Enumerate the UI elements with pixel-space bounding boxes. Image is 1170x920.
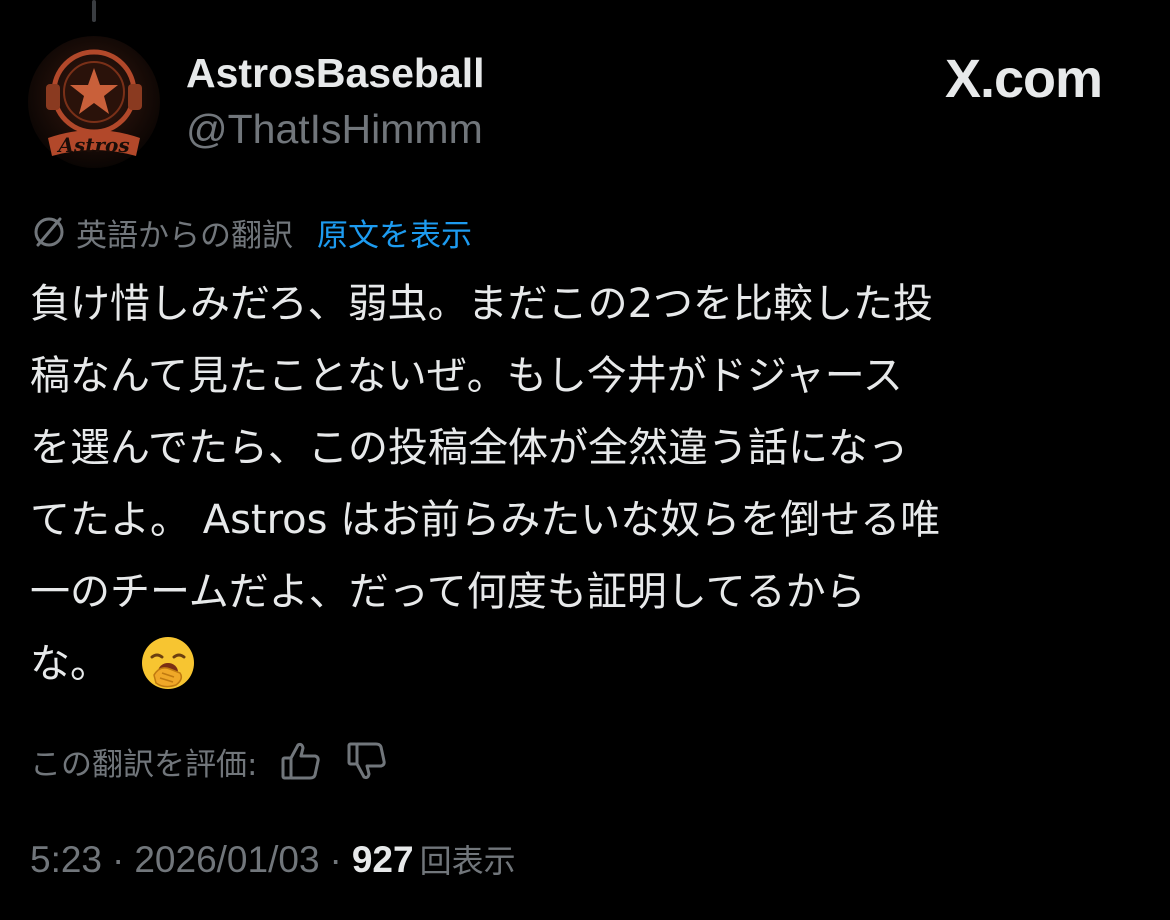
post-text-line: な。 [30, 641, 110, 687]
translated-from-label: 英語からの翻訳 [76, 217, 293, 254]
display-name[interactable]: AstrosBaseball [186, 50, 485, 97]
translate-icon [30, 213, 68, 251]
site-watermark: X.com [944, 49, 1103, 109]
post-time[interactable]: 5:23 [30, 839, 102, 881]
thumbs-down-icon[interactable] [345, 739, 389, 783]
avatar[interactable]: Astros [26, 34, 162, 170]
post-text-line: 稿なんて見たことないぜ。もし今井がドジャース [30, 353, 903, 399]
avatar-logo-text: Astros [56, 133, 129, 157]
post-text-line: を選んでたら、この投稿全体が全然違う話になっ [30, 425, 908, 471]
meta-separator: · [112, 839, 125, 880]
post-date[interactable]: 2026/01/03 [134, 839, 319, 881]
post-text-line: 一のチームだよ、だって何度も証明してるから [30, 569, 866, 615]
meta-separator: · [329, 839, 342, 880]
show-original-link[interactable]: 原文を表示 [317, 210, 472, 255]
post-text-line: てたよ。 Astros はお前らみたいな奴らを倒せる唯 [30, 497, 941, 543]
translation-notice: 英語からの翻訳 原文を表示 [30, 210, 472, 254]
views-label: 回表示 [419, 842, 516, 880]
thread-connector-line [92, 0, 96, 22]
views-count[interactable]: 927 [352, 839, 414, 881]
rate-translation: この翻訳を評価: [30, 736, 389, 786]
rate-translation-label: この翻訳を評価: [30, 746, 258, 783]
thumbs-up-icon[interactable] [279, 739, 323, 783]
yawning-face-emoji-icon [140, 635, 196, 691]
user-handle[interactable]: @ThatIsHimmm [186, 106, 483, 153]
post-text-last-line: な。 [30, 628, 1125, 700]
post-metadata: 5:23 · 2026/01/03 · 927 回表示 [30, 836, 516, 892]
post-text-line: 負け惜しみだろ、弱虫。まだこの2つを比較した投 [30, 281, 934, 327]
astros-helmet-logo-icon: Astros [28, 36, 160, 168]
post-text: 負け惜しみだろ、弱虫。まだこの2つを比較した投 稿なんて見たことないぜ。もし今井… [30, 268, 1125, 700]
